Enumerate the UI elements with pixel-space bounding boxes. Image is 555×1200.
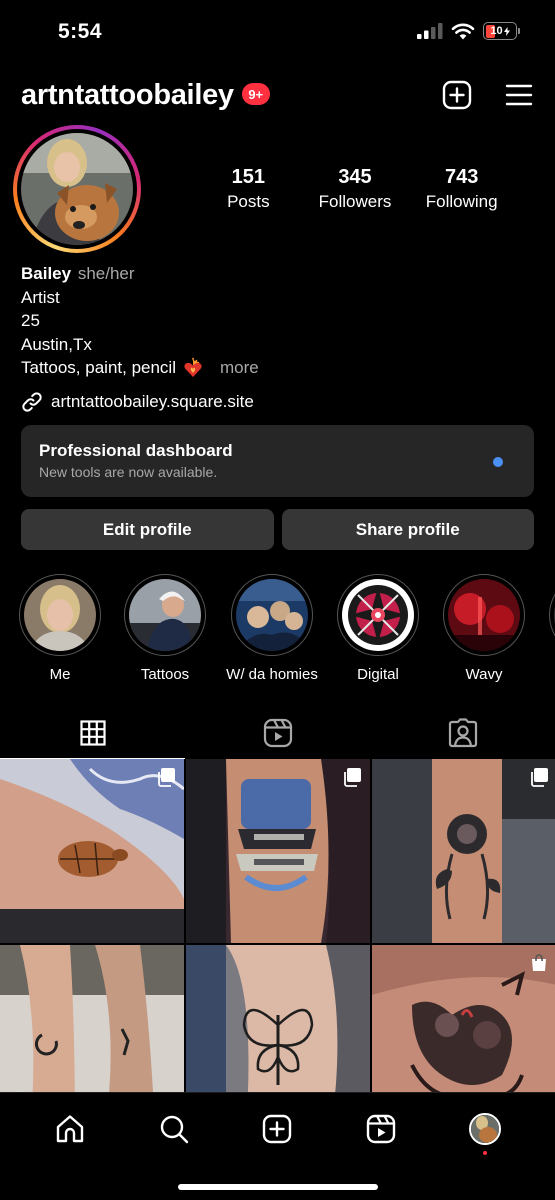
profile-tabs — [0, 708, 555, 759]
following-count: 743 — [444, 166, 479, 188]
cellular-signal-icon — [417, 23, 443, 39]
plus-square-icon — [263, 1114, 292, 1144]
tagged-person-icon — [448, 718, 477, 748]
status-icons: 10 — [417, 22, 520, 40]
followers-label: Followers — [318, 192, 392, 211]
plus-square-icon — [442, 80, 472, 110]
battery-level: 10 — [490, 25, 503, 37]
bio-more-link[interactable]: more — [220, 356, 259, 380]
highlight-cover — [448, 579, 520, 651]
nav-avatar — [469, 1113, 502, 1145]
reels-icon — [263, 718, 292, 748]
profile-bio: Bailey she/her Artist 25 Austin,Tx Tatto… — [21, 262, 259, 380]
profile-header: artntattoobailey 9+ — [21, 74, 535, 116]
highlight-tattoos[interactable]: Tattoos — [124, 574, 206, 683]
hamburger-menu-icon — [505, 84, 533, 106]
following-label: Following — [425, 192, 498, 211]
share-profile-button[interactable]: Share profile — [281, 509, 534, 550]
create-post-button[interactable] — [441, 79, 473, 111]
highlight-w-da-homies[interactable]: W/ da homies — [226, 574, 318, 683]
highlight-partial[interactable] — [549, 574, 555, 656]
battery-icon: 10 — [483, 22, 520, 40]
nav-search-button[interactable] — [154, 1109, 194, 1149]
posts-grid — [0, 759, 555, 1129]
dashboard-title: Professional dashboard — [39, 441, 233, 460]
reels-icon — [367, 1114, 396, 1144]
highlight-cover — [129, 579, 201, 651]
followers-count: 345 — [338, 166, 372, 188]
nav-activity-dot — [483, 1151, 488, 1155]
posts-label: Posts — [227, 192, 270, 211]
post-thumbnail[interactable] — [372, 759, 555, 943]
wifi-icon — [451, 23, 475, 39]
search-icon — [160, 1115, 188, 1144]
grid-icon — [79, 720, 106, 746]
following-stat[interactable]: 743 Following — [408, 166, 515, 212]
professional-dashboard-card[interactable]: Professional dashboard New tools are now… — [21, 425, 534, 497]
profile-stats: 151 Posts 345 Followers 743 Following — [195, 166, 515, 212]
new-indicator-dot — [493, 457, 503, 467]
display-name: Bailey — [21, 264, 72, 283]
highlight-cover — [236, 579, 308, 651]
website-link[interactable]: artntattoobailey.square.site — [21, 391, 254, 413]
highlight-me[interactable]: Me — [19, 574, 101, 683]
website-url: artntattoobailey.square.site — [51, 392, 254, 411]
highlight-label: Wavy — [465, 666, 503, 683]
nav-create-button[interactable] — [257, 1109, 297, 1149]
bio-line: 25 — [21, 311, 40, 330]
avatar-photo — [21, 133, 133, 245]
bio-line: Tattoos, paint, pencil — [21, 358, 176, 377]
avatar-photo — [471, 1115, 500, 1143]
highlight-cover — [342, 579, 414, 651]
pronouns: she/her — [77, 264, 135, 283]
dashboard-subtitle: New tools are now available. — [39, 464, 218, 480]
bottom-navigation — [0, 1092, 555, 1200]
story-highlights: Me Tattoos W/ da homies Digital Wavy — [19, 574, 555, 684]
post-image-rose-tattoo — [372, 759, 555, 943]
multi-post-icon — [531, 768, 548, 787]
highlight-label: Me — [49, 666, 71, 683]
flaming-heart-emoji-icon — [184, 357, 202, 377]
link-icon — [22, 392, 42, 412]
highlight-label: Digital — [357, 666, 399, 683]
status-time: 5:54 — [58, 20, 103, 43]
nav-home-button[interactable] — [50, 1109, 90, 1149]
post-thumbnail[interactable] — [186, 759, 370, 943]
bio-line: Artist — [21, 287, 60, 307]
multi-post-icon — [344, 768, 361, 787]
home-icon — [56, 1115, 84, 1143]
highlight-label: Tattoos — [140, 666, 190, 683]
edit-profile-button[interactable]: Edit profile — [21, 509, 274, 550]
tab-reels[interactable] — [185, 708, 370, 758]
nav-reels-button[interactable] — [361, 1109, 401, 1149]
tab-posts-grid[interactable] — [0, 708, 185, 759]
highlight-digital[interactable]: Digital — [337, 574, 419, 683]
status-bar: 5:54 10 — [0, 0, 555, 60]
profile-actions: Edit profile Share profile — [21, 509, 534, 550]
shop-bag-icon — [532, 954, 546, 971]
nav-profile-button[interactable] — [465, 1109, 505, 1155]
menu-button[interactable] — [503, 79, 535, 111]
home-indicator[interactable] — [177, 1184, 378, 1190]
post-thumbnail[interactable] — [0, 759, 184, 943]
highlight-label: W/ da homies — [226, 666, 318, 683]
highlight-wavy[interactable]: Wavy — [443, 574, 525, 683]
followers-stat[interactable]: 345 Followers — [302, 166, 409, 212]
multi-post-icon — [158, 768, 175, 787]
username[interactable]: artntattoobailey — [21, 79, 234, 112]
notification-badge[interactable]: 9+ — [241, 83, 270, 105]
posts-stat[interactable]: 151 Posts — [195, 166, 302, 212]
tab-tagged[interactable] — [370, 708, 555, 758]
posts-count: 151 — [231, 166, 266, 188]
profile-avatar[interactable] — [13, 125, 141, 253]
bio-line: Austin,Tx — [21, 334, 92, 354]
highlight-cover — [24, 579, 96, 651]
